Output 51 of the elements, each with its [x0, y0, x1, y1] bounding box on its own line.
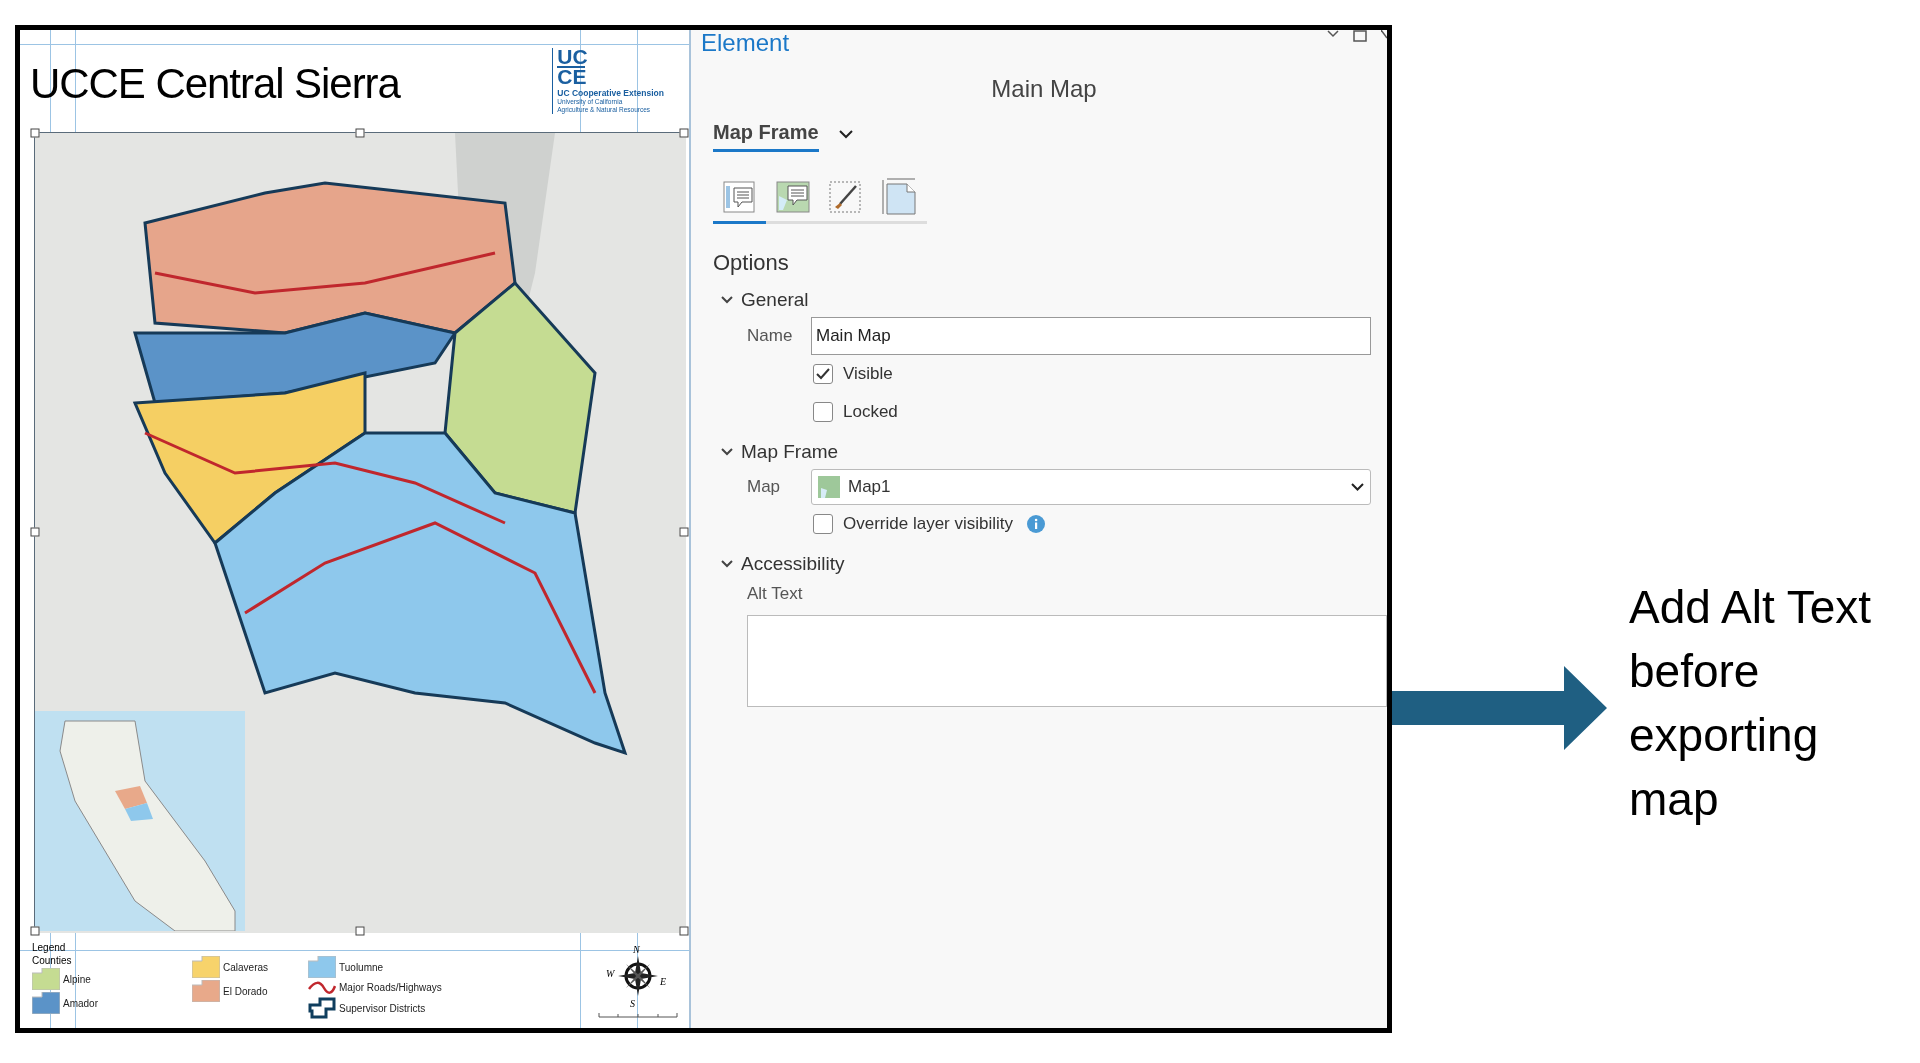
group-label: Map Frame	[741, 439, 839, 464]
annotation-text: Add Alt Text before exporting map	[1629, 580, 1873, 827]
legend-label: Supervisor Districts	[339, 1001, 426, 1016]
group-label: General	[741, 287, 809, 312]
selection-handle[interactable]	[30, 128, 40, 138]
legend-label: Alpine	[63, 972, 91, 987]
section-heading: Options	[713, 249, 790, 277]
info-icon[interactable]	[1027, 515, 1046, 533]
legend-label: Amador	[63, 996, 98, 1011]
chevron-down-icon[interactable]	[838, 130, 853, 139]
legend-label: El Dorado	[223, 984, 268, 999]
close-icon[interactable]	[1381, 30, 1387, 40]
text-field[interactable]: Main Map	[811, 317, 1371, 355]
expander-icon[interactable]	[721, 559, 735, 569]
compass-label: S	[630, 997, 635, 1011]
compass-label: W	[606, 967, 615, 981]
checkbox-label: Visible	[843, 363, 893, 386]
group-label: Accessibility	[741, 551, 845, 576]
maximize-icon[interactable]	[1353, 30, 1367, 42]
legend-title: Legend	[32, 942, 67, 954]
map-icon	[818, 476, 840, 498]
legend-group: Counties	[32, 954, 162, 968]
legend-label: Major Roads/Highways	[339, 981, 442, 995]
element-type-tab[interactable]: Map Frame	[713, 117, 819, 152]
checkbox-label: Override layer visibility	[843, 513, 1014, 536]
compass-label: N	[633, 943, 640, 957]
chevron-down-icon[interactable]	[1327, 30, 1339, 38]
checkbox[interactable]	[813, 402, 833, 422]
map-dropdown[interactable]: Map1	[811, 469, 1371, 505]
map-title: UCCE Central Sierra	[30, 59, 400, 109]
compass-rose-icon	[618, 956, 658, 996]
logo-mark: UC	[557, 48, 589, 66]
legend-label: Calaveras	[223, 960, 269, 975]
checkbox[interactable]	[813, 364, 833, 384]
dropdown-value: Map1	[848, 476, 892, 499]
checkbox-label: Locked	[843, 401, 898, 424]
checkbox[interactable]	[813, 514, 833, 534]
element-name: Main Map	[990, 74, 1098, 104]
pane-title: Element	[701, 30, 790, 56]
expander-icon[interactable]	[721, 295, 735, 305]
compass-label: E	[660, 975, 667, 989]
legend-label: Tuolumne	[339, 960, 384, 975]
scale-bar-icon	[598, 1012, 678, 1018]
logo-mark: CE	[557, 66, 586, 86]
field-label: Name	[747, 325, 794, 348]
chevron-down-icon	[1351, 483, 1364, 491]
field-label: Map	[747, 476, 782, 499]
alt-text-field[interactable]	[747, 614, 1387, 707]
logo-name: UC Cooperative Extension	[557, 88, 664, 98]
expander-icon[interactable]	[721, 447, 735, 457]
field-label: Alt Text	[747, 583, 804, 605]
